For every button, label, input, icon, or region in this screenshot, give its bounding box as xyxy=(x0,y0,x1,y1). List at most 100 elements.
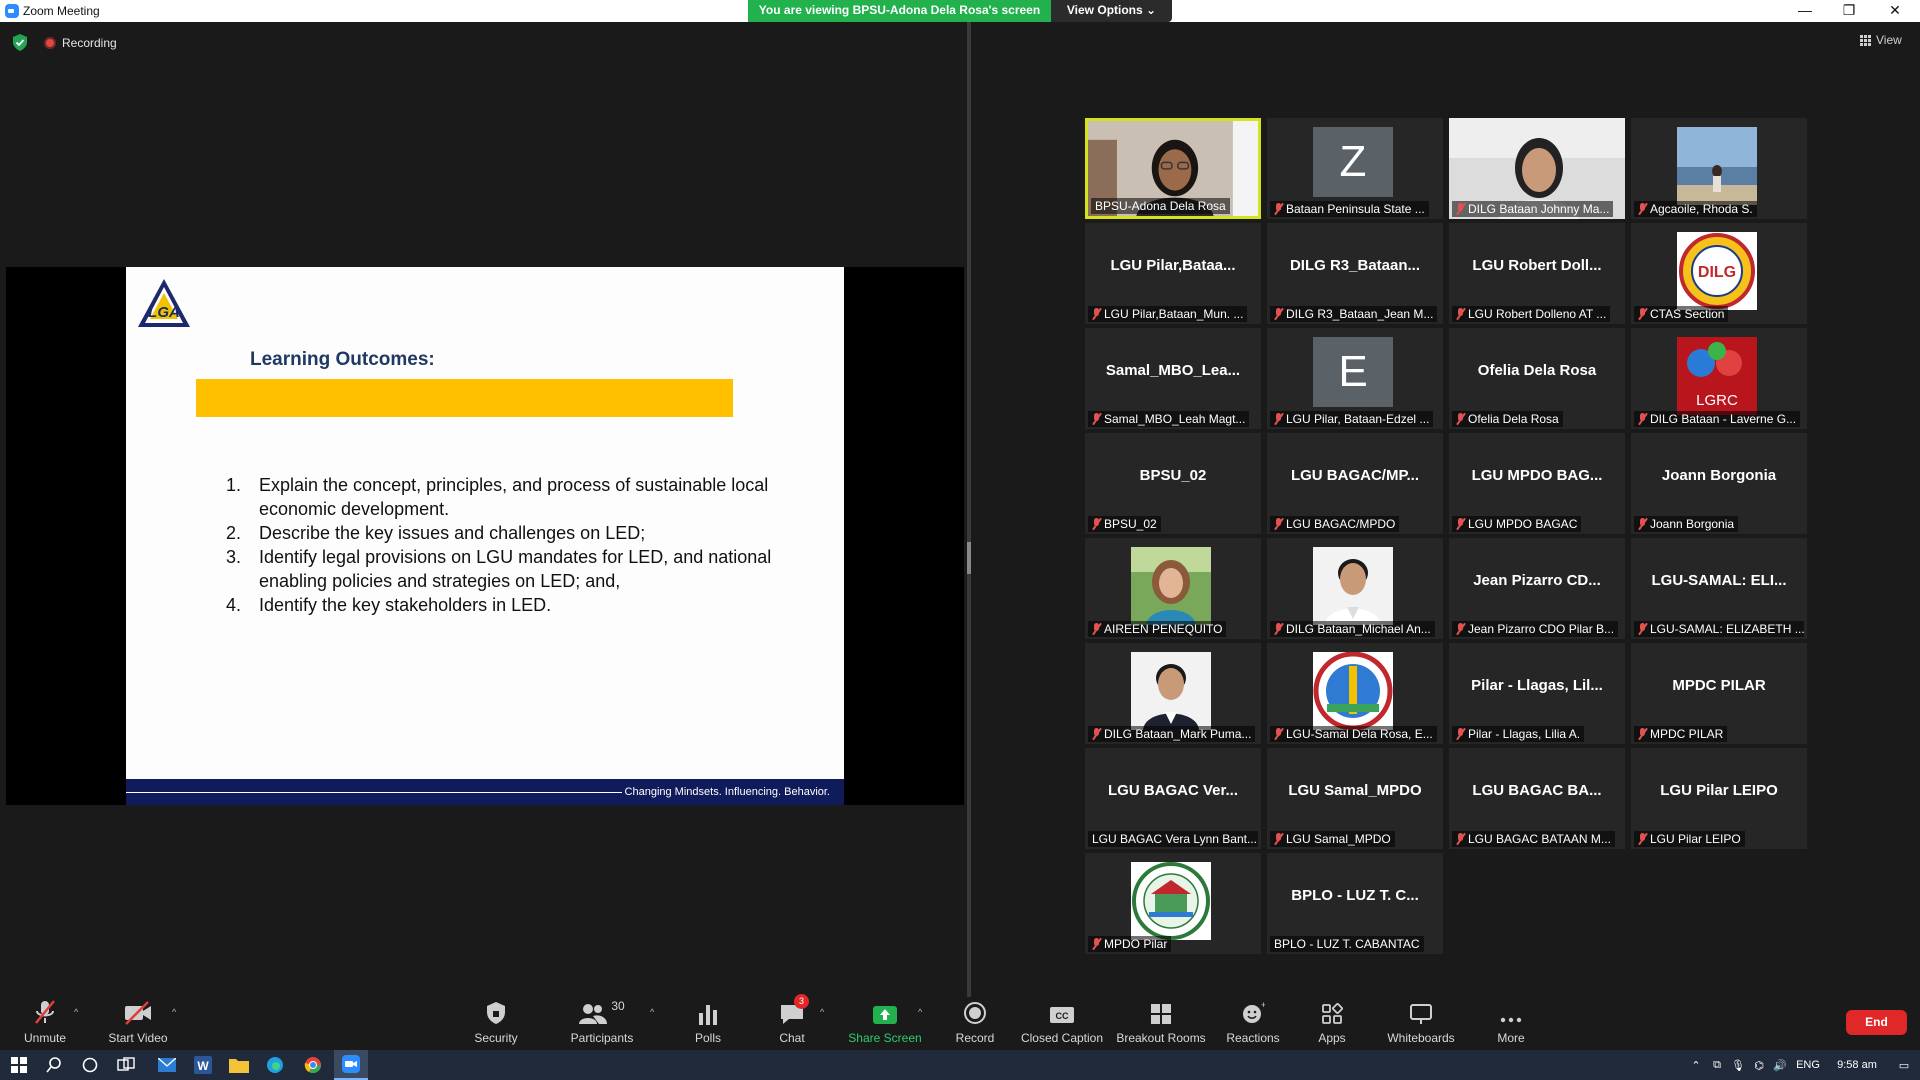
task-view-icon[interactable] xyxy=(114,1050,138,1080)
participant-tile[interactable]: E LGU Pilar, Bataan-Edzel ... xyxy=(1267,328,1443,429)
recording-indicator[interactable]: Recording xyxy=(44,34,117,52)
participant-tile[interactable]: Agcaoile, Rhoda S. xyxy=(1631,118,1807,219)
security-button[interactable]: Security xyxy=(466,997,526,1050)
participant-display-name: Joann Borgonia xyxy=(1661,467,1777,484)
participant-avatar-letter: E xyxy=(1313,337,1393,407)
language-indicator[interactable]: ENG xyxy=(1790,1059,1826,1071)
mail-app-icon[interactable] xyxy=(152,1050,182,1080)
participant-name-label: LGU Pilar LEIPO xyxy=(1634,831,1745,847)
start-video-button[interactable]: Start Video xyxy=(104,997,172,1050)
tray-network-icon[interactable]: ⧉ xyxy=(1706,1059,1728,1072)
participant-tile[interactable]: LGU BAGAC/MP... LGU BAGAC/MPDO xyxy=(1267,433,1443,534)
zoom-taskbar-icon[interactable] xyxy=(334,1050,368,1080)
apps-icon xyxy=(1322,1003,1343,1024)
more-button[interactable]: More xyxy=(1496,997,1526,1050)
participant-tile[interactable]: DILG CTAS Section xyxy=(1631,223,1807,324)
notifications-icon[interactable]: ▭ xyxy=(1888,1059,1920,1072)
participant-tile[interactable]: DILG Bataan_Michael An... xyxy=(1267,538,1443,639)
windows-start-icon[interactable] xyxy=(6,1050,32,1080)
minimize-button[interactable]: — xyxy=(1782,0,1828,22)
participant-display-name: MPDC PILAR xyxy=(1672,677,1766,694)
participant-tile[interactable]: MPDO Pilar xyxy=(1085,853,1261,954)
microphone-muted-icon xyxy=(1638,308,1647,320)
tray-volume-icon[interactable]: 🔊 xyxy=(1770,1059,1790,1072)
edge-browser-icon[interactable] xyxy=(260,1050,290,1080)
panel-splitter[interactable] xyxy=(967,22,971,997)
record-button[interactable]: Record xyxy=(952,997,998,1050)
participant-photo xyxy=(1131,652,1211,730)
restore-button[interactable]: ❐ xyxy=(1826,0,1872,22)
tray-chevron-up-icon[interactable]: ⌃ xyxy=(1686,1059,1706,1072)
chat-button[interactable]: 3 Chat xyxy=(766,994,818,1050)
participant-tile[interactable]: DILG R3_Bataan... DILG R3_Bataan_Jean M..… xyxy=(1267,223,1443,324)
participant-tile[interactable]: BPSU-Adona Dela Rosa xyxy=(1085,118,1261,219)
record-icon xyxy=(964,1002,986,1024)
participant-tile[interactable]: LGRC DILG Bataan - Laverne G... xyxy=(1631,328,1807,429)
participant-tile[interactable]: LGU Pilar LEIPO LGU Pilar LEIPO xyxy=(1631,748,1807,849)
participant-name-label: LGU Samal_MPDO xyxy=(1270,831,1395,847)
participant-name-label: DILG Bataan Johnny Ma... xyxy=(1452,201,1614,217)
participant-tile[interactable]: AIREEN PENEQUITO xyxy=(1085,538,1261,639)
breakout-rooms-button[interactable]: Breakout Rooms xyxy=(1114,997,1208,1050)
participant-name: Jean Pizarro CDO Pilar B... xyxy=(1468,622,1615,636)
participant-tile[interactable]: LGU Robert Doll... LGU Robert Dolleno AT … xyxy=(1449,223,1625,324)
share-screen-button[interactable]: Share Screen xyxy=(848,997,922,1050)
share-options-caret-icon[interactable]: ^ xyxy=(918,1007,922,1017)
participant-tile[interactable]: Ofelia Dela Rosa Ofelia Dela Rosa xyxy=(1449,328,1625,429)
chrome-browser-icon[interactable] xyxy=(298,1050,328,1080)
participant-display-name: LGU BAGAC/MP... xyxy=(1290,467,1420,484)
closed-caption-button[interactable]: CC Closed Caption xyxy=(1018,997,1106,1050)
participant-tile[interactable]: LGU-SAMAL: ELI... LGU-SAMAL: ELIZABETH ..… xyxy=(1631,538,1807,639)
participant-tile[interactable]: LGU Pilar,Bataa... LGU Pilar,Bataan_Mun. … xyxy=(1085,223,1261,324)
participant-tile[interactable]: Z Bataan Peninsula State ... xyxy=(1267,118,1443,219)
view-options-button[interactable]: View Options ⌄ xyxy=(1051,0,1172,22)
share-screen-label: Share Screen xyxy=(848,1031,922,1045)
view-button[interactable]: View xyxy=(1860,33,1902,47)
microphone-muted-icon xyxy=(1274,518,1283,530)
microphone-muted-icon xyxy=(1092,623,1101,635)
participant-tile[interactable]: DILG Bataan_Mark Puma... xyxy=(1085,643,1261,744)
participant-tile[interactable]: LGU BAGAC BA... LGU BAGAC BATAAN M... xyxy=(1449,748,1625,849)
search-icon[interactable] xyxy=(42,1050,66,1080)
video-options-caret-icon[interactable]: ^ xyxy=(172,1007,176,1017)
participant-tile[interactable]: Joann Borgonia Joann Borgonia xyxy=(1631,433,1807,534)
participant-display-name: LGU BAGAC BA... xyxy=(1472,782,1602,799)
reactions-button[interactable]: + Reactions xyxy=(1224,997,1282,1050)
participant-tile[interactable]: Samal_MBO_Lea... Samal_MBO_Leah Magt... xyxy=(1085,328,1261,429)
splitter-handle[interactable] xyxy=(967,542,971,574)
file-explorer-icon[interactable] xyxy=(224,1050,254,1080)
end-meeting-button[interactable]: End xyxy=(1846,1010,1907,1035)
participants-button[interactable]: 30 Participants xyxy=(566,997,638,1050)
apps-button[interactable]: Apps xyxy=(1310,997,1354,1050)
participant-tile[interactable]: BPLO - LUZ T. C... BPLO - LUZ T. CABANTAC xyxy=(1267,853,1443,954)
close-window-button[interactable]: ✕ xyxy=(1872,0,1918,22)
tray-microphone-icon[interactable]: 🎙 xyxy=(1728,1059,1748,1072)
learning-outcome-item: 3. Identify legal provisions on LGU manda… xyxy=(226,545,786,593)
microphone-muted-icon xyxy=(1092,728,1101,740)
chat-caret-icon[interactable]: ^ xyxy=(820,1007,824,1017)
clock[interactable]: 9:58 am xyxy=(1826,1059,1888,1071)
participant-tile[interactable]: Pilar - Llagas, Lil... Pilar - Llagas, Li… xyxy=(1449,643,1625,744)
participant-tile[interactable]: MPDC PILAR MPDC PILAR xyxy=(1631,643,1807,744)
participant-tile[interactable]: LGU BAGAC Ver... LGU BAGAC Vera Lynn Bant… xyxy=(1085,748,1261,849)
audio-options-caret-icon[interactable]: ^ xyxy=(74,1007,78,1017)
participants-caret-icon[interactable]: ^ xyxy=(650,1007,654,1017)
whiteboards-label: Whiteboards xyxy=(1387,1031,1455,1045)
participant-tile[interactable]: LGU-Samal Dela Rosa, E... xyxy=(1267,643,1443,744)
participant-name-label: DILG Bataan - Laverne G... xyxy=(1634,411,1801,427)
unmute-button[interactable]: Unmute xyxy=(14,997,76,1050)
polls-button[interactable]: Polls xyxy=(686,997,730,1050)
participant-name-label: Bataan Peninsula State ... xyxy=(1270,201,1429,217)
whiteboards-button[interactable]: Whiteboards xyxy=(1384,997,1458,1050)
word-app-icon[interactable]: W xyxy=(188,1050,218,1080)
participant-tile[interactable]: LGU Samal_MPDO LGU Samal_MPDO xyxy=(1267,748,1443,849)
start-video-label: Start Video xyxy=(108,1031,168,1045)
cortana-icon[interactable] xyxy=(78,1050,102,1080)
participant-tile[interactable]: BPSU_02 BPSU_02 xyxy=(1085,433,1261,534)
encryption-shield-icon[interactable] xyxy=(12,34,28,51)
participant-tile[interactable]: Jean Pizarro CD... Jean Pizarro CDO Pilar… xyxy=(1449,538,1625,639)
participant-tile[interactable]: DILG Bataan Johnny Ma... xyxy=(1449,118,1625,219)
tray-wifi-icon[interactable]: ⌬ xyxy=(1748,1059,1770,1072)
participant-tile[interactable]: LGU MPDO BAG... LGU MPDO BAGAC xyxy=(1449,433,1625,534)
microphone-muted-icon xyxy=(1092,308,1101,320)
